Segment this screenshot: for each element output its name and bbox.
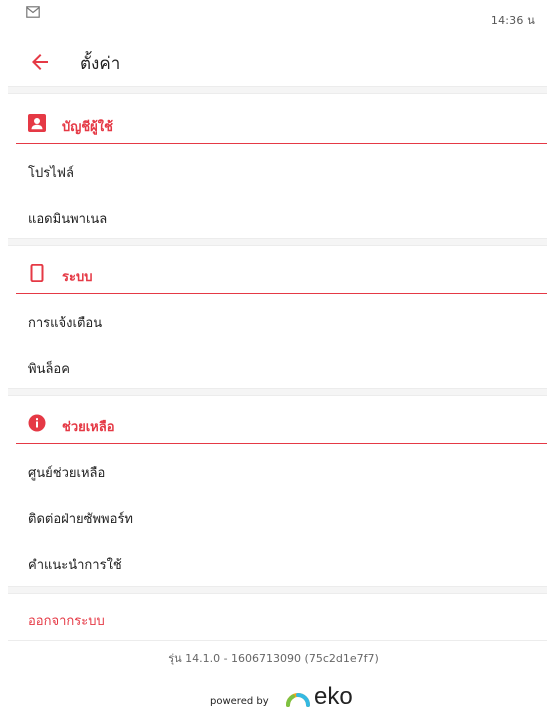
- section-divider: [8, 586, 547, 594]
- section-divider: [8, 238, 547, 246]
- menu-item-user-guide[interactable]: คำแนะนำการใช้: [8, 540, 547, 586]
- section-header-account: บัญชีผู้ใช้: [16, 104, 547, 144]
- status-time: 14:36 น: [490, 14, 535, 27]
- powered-by: powered by eko: [0, 683, 547, 712]
- phone-icon: [30, 264, 44, 282]
- section-divider: [8, 388, 547, 396]
- arrow-left-icon[interactable]: [28, 50, 52, 74]
- menu-item-contact-support[interactable]: ติดต่อฝ่ายซัพพอร์ท: [8, 494, 547, 540]
- menu-item-label: ติดต่อฝ่ายซัพพอร์ท: [28, 512, 133, 527]
- account-box-icon: [28, 114, 46, 132]
- section-header-system: ระบบ: [16, 254, 547, 294]
- menu-item-profile[interactable]: โปรไฟล์: [8, 148, 547, 194]
- section-title-account: บัญชีผู้ใช้: [62, 120, 113, 135]
- menu-item-label: การแจ้งเตือน: [28, 316, 103, 331]
- menu-item-pin-lock[interactable]: พินล็อค: [8, 344, 547, 390]
- eko-brand-text: eko: [314, 683, 353, 710]
- menu-item-label: คำแนะนำการใช้: [28, 558, 122, 573]
- logout-label: ออกจากระบบ: [28, 614, 105, 629]
- menu-item-notifications[interactable]: การแจ้งเตือน: [8, 298, 547, 344]
- status-bar: 14:36 น: [0, 0, 547, 40]
- section-title-system: ระบบ: [62, 270, 93, 285]
- menu-item-admin-panel[interactable]: แอดมินพาเนล: [8, 194, 547, 240]
- powered-by-label: powered by: [210, 696, 269, 707]
- menu-item-label: โปรไฟล์: [28, 166, 74, 181]
- eko-logo-icon: [286, 693, 310, 707]
- section-title-help: ช่วยเหลือ: [62, 420, 115, 435]
- menu-item-help-center[interactable]: ศูนย์ช่วยเหลือ: [8, 448, 547, 494]
- page-title: ตั้งค่า: [80, 54, 121, 74]
- menu-item-label: ศูนย์ช่วยเหลือ: [28, 466, 106, 481]
- section-header-help: ช่วยเหลือ: [16, 404, 547, 444]
- mail-icon: [26, 6, 40, 18]
- app-version: รุ่น 14.1.0 - 1606713090 (75c2d1e7f7): [168, 652, 379, 665]
- section-divider: [8, 86, 547, 94]
- menu-item-label: พินล็อค: [28, 362, 70, 377]
- app-bar: ตั้งค่า: [0, 42, 547, 82]
- menu-item-label: แอดมินพาเนล: [28, 212, 108, 227]
- logout-button[interactable]: ออกจากระบบ: [8, 600, 547, 641]
- info-icon: [28, 414, 46, 432]
